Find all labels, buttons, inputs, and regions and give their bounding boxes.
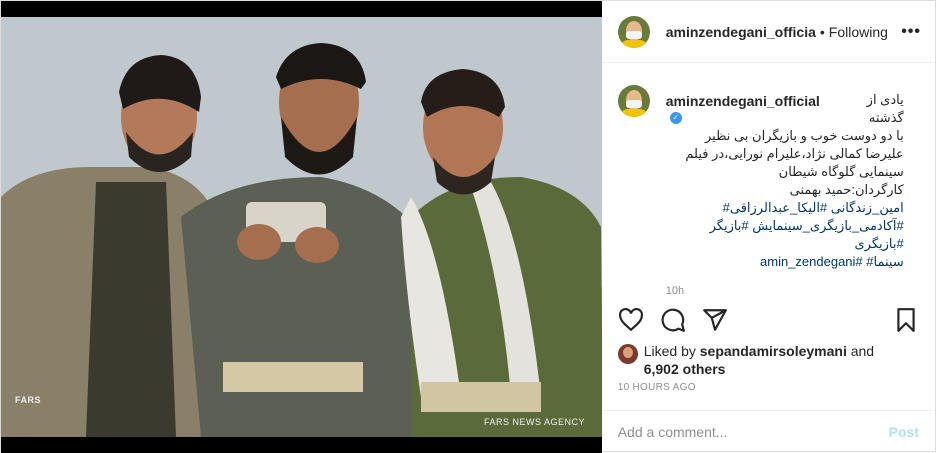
header-separator: • bbox=[819, 23, 825, 40]
caption-time[interactable]: 10h bbox=[666, 285, 904, 297]
likes-count[interactable]: 6,902 others bbox=[644, 361, 726, 377]
author-avatar[interactable] bbox=[617, 15, 650, 48]
bookmark-icon[interactable] bbox=[893, 307, 919, 333]
action-bar bbox=[602, 297, 935, 342]
post-photo[interactable]: FARS FARS NEWS AGENCY bbox=[1, 17, 602, 437]
post-media[interactable]: FARS FARS NEWS AGENCY bbox=[1, 1, 602, 453]
following-button[interactable]: Following bbox=[829, 24, 888, 40]
caption: aminzendegani_official ✓ یادی از گذشته با… bbox=[602, 63, 935, 297]
instagram-post: FARS FARS NEWS AGENCY aminzendegani_offi… bbox=[0, 0, 936, 453]
caption-line-1: یادی از گذشته bbox=[866, 92, 904, 126]
caption-body: aminzendegani_official ✓ یادی از گذشته با… bbox=[666, 91, 904, 297]
watermark-agency: FARS NEWS AGENCY bbox=[483, 417, 585, 427]
liker-avatar[interactable] bbox=[617, 344, 638, 365]
more-horizontal-icon[interactable]: ••• bbox=[901, 23, 921, 41]
post-comment-button[interactable]: Post bbox=[889, 424, 919, 440]
caption-line-3: کارگردان:حمید بهمنی bbox=[789, 182, 904, 198]
watermark-fars: FARS bbox=[15, 395, 42, 405]
photo-illustration bbox=[1, 17, 602, 437]
share-icon[interactable] bbox=[702, 307, 728, 333]
caption-line-2: با دو دوست خوب و بازیگران بی نظیر علیرضا… bbox=[685, 128, 904, 180]
comment-box: Add a comment... Post bbox=[601, 409, 935, 453]
post-header: aminzendegani_officia • Following ••• bbox=[601, 1, 935, 64]
caption-hashtags-3[interactable]: سینما# #amin_zendegani bbox=[666, 253, 904, 271]
liker-username[interactable]: sepandamirsoleymani bbox=[700, 343, 847, 359]
caption-hashtags-2[interactable]: #آکادمی_بازیگری_سینمایش #بازیگر #بازیگری bbox=[666, 217, 904, 253]
comment-input[interactable]: Add a comment... bbox=[618, 424, 889, 440]
caption-username[interactable]: aminzendegani_official bbox=[666, 93, 820, 109]
likes-and: and bbox=[850, 343, 875, 360]
comment-icon[interactable] bbox=[660, 307, 686, 333]
caption-avatar[interactable] bbox=[617, 85, 650, 118]
likes-summary: Liked by sepandamirsoleymani and 6,902 o… bbox=[602, 342, 935, 380]
post-side-panel: aminzendegani_officia • Following ••• am… bbox=[601, 1, 935, 453]
caption-hashtags-1[interactable]: امین_زندگانی #الیکا_عبدالرزاقی# bbox=[666, 199, 904, 217]
post-date[interactable]: 10 HOURS AGO bbox=[602, 380, 935, 410]
likes-prefix: Liked by bbox=[643, 343, 696, 360]
caption-first-line: aminzendegani_official ✓ یادی از گذشته bbox=[666, 91, 904, 127]
verified-badge-icon: ✓ bbox=[669, 112, 682, 125]
likes-text: Liked by sepandamirsoleymani and 6,902 o… bbox=[644, 342, 874, 378]
author-username[interactable]: aminzendegani_officia bbox=[666, 24, 816, 40]
heart-icon[interactable] bbox=[618, 307, 644, 333]
